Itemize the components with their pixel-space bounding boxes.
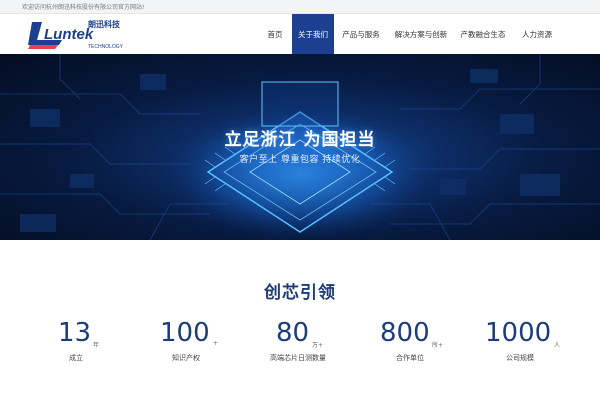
stat-value: 800 xyxy=(380,318,430,348)
stat-label: 合作单位 xyxy=(396,354,424,362)
nav-products[interactable]: 产品与服务 xyxy=(334,14,388,54)
stat-company-size: 1000 人 公司规模 xyxy=(485,318,585,368)
stat-label: 知识产权 xyxy=(172,354,200,362)
stat-label: 成立 xyxy=(69,354,83,362)
top-bar: 欢迎访问杭州朗迅科技股份有限公司官方网站! xyxy=(0,0,600,14)
stat-value: 13 xyxy=(58,318,92,348)
stat-label: 公司规模 xyxy=(506,354,534,362)
hero-subtitle: 客户至上 尊重包容 持续优化 xyxy=(239,155,361,165)
nav-solutions[interactable]: 解决方案与创新 xyxy=(388,14,454,54)
stat-ip: 100 + 知识产权 xyxy=(160,318,250,368)
main-nav: 首页 关于我们 产品与服务 解决方案与创新 产教融合生态 人力资源 xyxy=(258,14,562,54)
nav-hr[interactable]: 人力资源 xyxy=(512,14,562,54)
stat-label: 高端芯片日测数量 xyxy=(270,354,326,362)
stat-chips: 80 万+ 高端芯片日测数量 xyxy=(262,318,372,368)
hero-title: 立足浙江 为国担当 xyxy=(224,130,376,150)
stat-unit: 人 xyxy=(554,342,561,349)
company-logo[interactable]: 朗迅科技 Luntek TECHNOLOGY xyxy=(28,18,138,50)
stat-value: 100 xyxy=(160,318,210,348)
stat-value: 80 xyxy=(276,318,310,348)
stat-unit: 年 xyxy=(93,342,100,349)
logo-sub-text: TECHNOLOGY xyxy=(88,44,124,50)
welcome-text: 欢迎访问杭州朗迅科技股份有限公司官方网站! xyxy=(22,4,145,11)
nav-home[interactable]: 首页 xyxy=(258,14,292,54)
stat-founded: 13 年 成立 xyxy=(58,318,138,368)
stat-value: 1000 xyxy=(485,318,552,348)
hero-banner: 立足浙江 为国担当 客户至上 尊重包容 持续优化 xyxy=(0,54,600,240)
stat-unit: 万+ xyxy=(312,342,324,349)
stat-partners: 800 所+ 合作单位 xyxy=(380,318,470,368)
nav-ecosystem[interactable]: 产教融合生态 xyxy=(454,14,512,54)
stat-unit: 所+ xyxy=(432,342,444,349)
nav-about[interactable]: 关于我们 xyxy=(292,14,334,54)
logo-wordmark: Luntek xyxy=(44,26,94,43)
section-title: 创芯引领 xyxy=(264,283,336,303)
stat-unit: + xyxy=(213,340,219,347)
